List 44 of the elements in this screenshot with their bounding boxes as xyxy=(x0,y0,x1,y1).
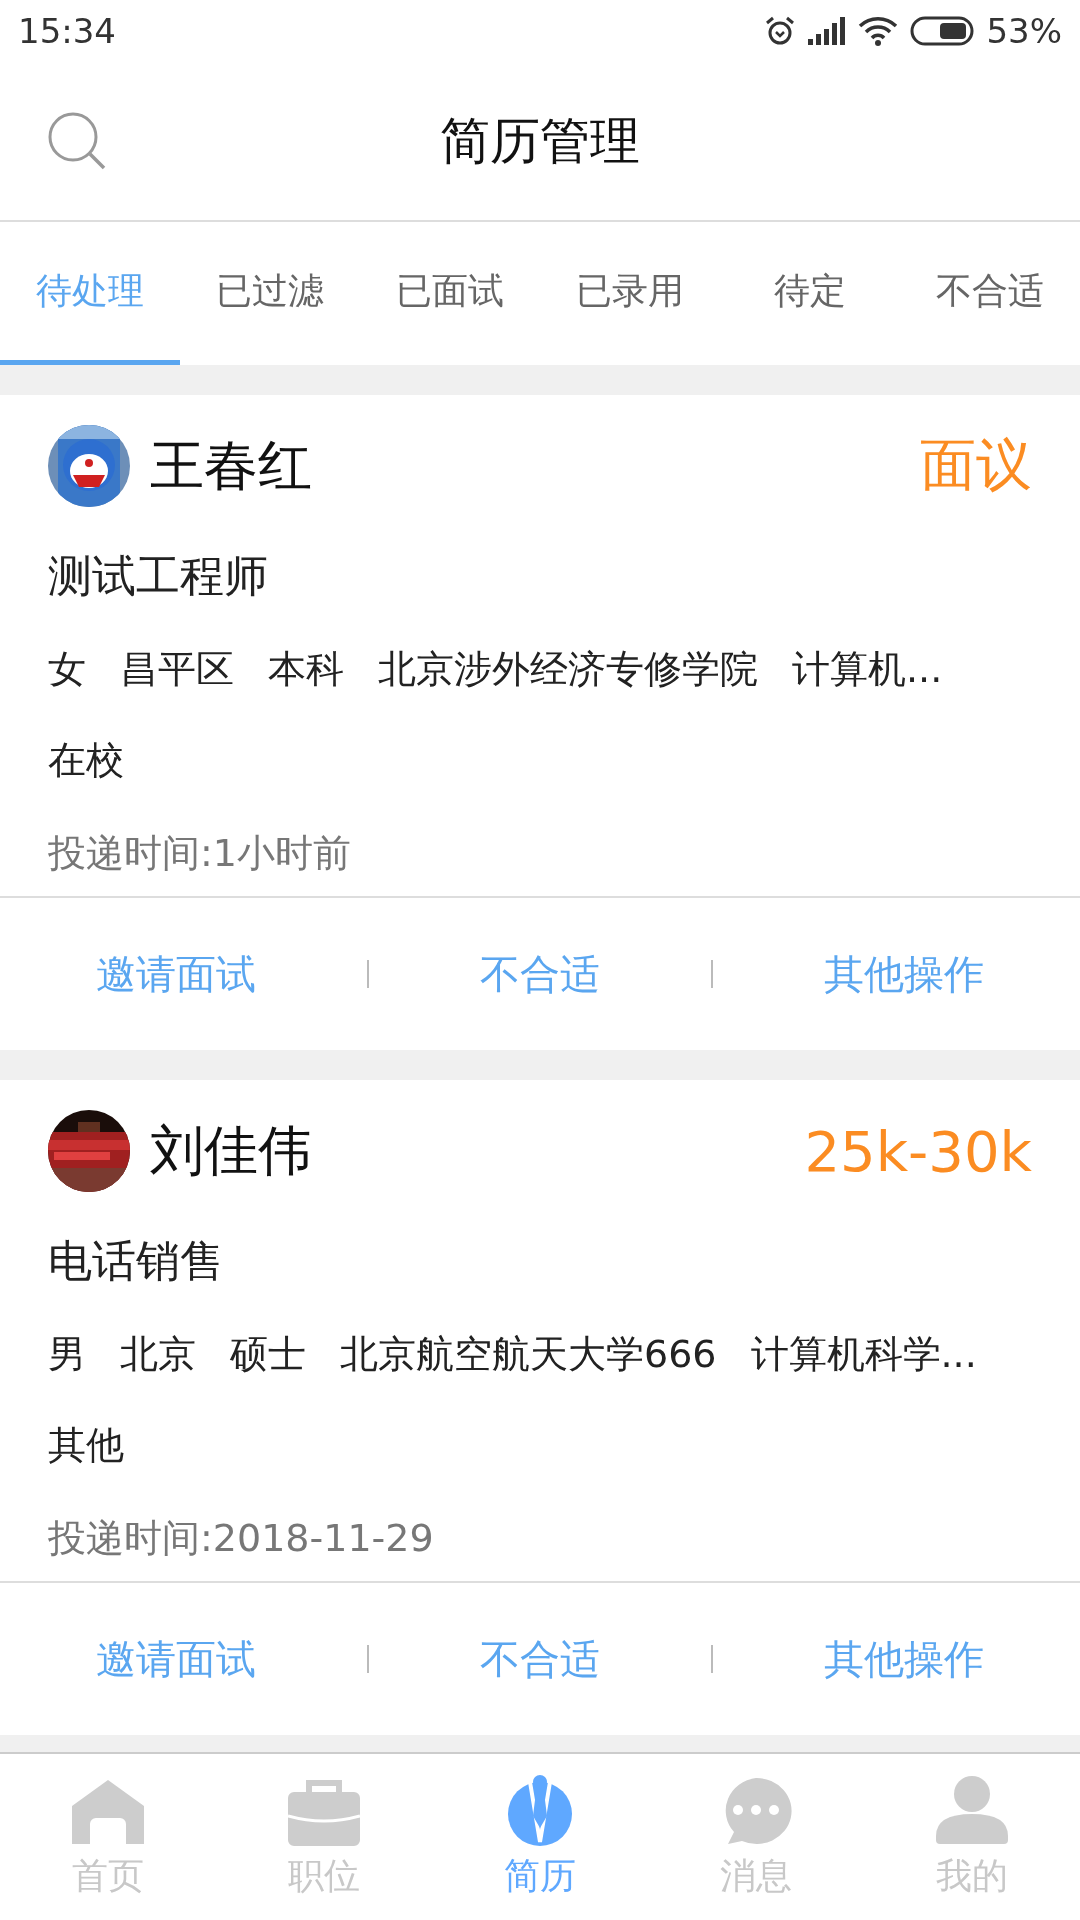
candidate-info: 计算机... xyxy=(792,646,943,693)
delivery-time: 投递时间:1小时前 xyxy=(47,830,352,877)
candidate-info: 北京 xyxy=(120,1331,196,1378)
job-title: 电话销售 xyxy=(47,1234,225,1288)
salary: 面议 xyxy=(920,431,1032,499)
nav-item[interactable]: 简历 xyxy=(432,1754,648,1920)
candidate-info: 昌平区 xyxy=(120,646,234,693)
resume-card[interactable]: 刘佳伟 25k-30k 电话销售 男 北京 硕士 北京航空航天大学666 计算机科学... 其他 投递时间:2018-11-29 邀请面试 不合适 其他操作 xyxy=(0,1080,1080,1735)
resume-card[interactable]: 王春红 面议 测试工程师 女 昌平区 本科 北京涉外经济专修学院 计算机... 在校 投递时间:1小时前 邀请面试 不合适 其他操作 xyxy=(0,395,1080,1050)
candidate-info: 北京涉外经济专修学院 xyxy=(378,646,758,693)
tab[interactable]: 已录用 xyxy=(540,222,720,365)
wifi-icon xyxy=(858,16,899,46)
candidate-info: 男 xyxy=(48,1331,86,1378)
status-time: 15:34 xyxy=(18,11,116,51)
tab[interactable]: 待处理 xyxy=(0,222,180,365)
delivery-time: 投递时间:2018-11-29 xyxy=(47,1515,435,1562)
candidate-info: 女 xyxy=(48,646,86,693)
candidate-info: 计算机科学... xyxy=(750,1331,977,1378)
battery-icon xyxy=(910,16,975,46)
tab[interactable]: 待定 xyxy=(720,222,900,365)
candidate-name: 王春红 xyxy=(150,432,312,499)
candidate-status: 其他 xyxy=(47,1422,125,1469)
candidate-info: 硕士 xyxy=(230,1331,306,1378)
action-link[interactable]: 其他操作 xyxy=(824,1631,985,1687)
candidate-info: 北京航空航天大学666 xyxy=(340,1331,717,1378)
tab[interactable]: 已面试 xyxy=(360,222,540,365)
action-link[interactable]: 邀请面试 xyxy=(95,946,256,1002)
tab[interactable]: 不合适 xyxy=(900,222,1080,365)
candidate-name: 刘佳伟 xyxy=(150,1117,312,1184)
search-icon[interactable] xyxy=(46,110,108,172)
battery-percent: 53% xyxy=(986,11,1062,51)
tab[interactable]: 已过滤 xyxy=(180,222,360,365)
action-link[interactable]: 不合适 xyxy=(479,946,600,1002)
signal-icon xyxy=(808,17,847,45)
action-link[interactable]: 其他操作 xyxy=(824,946,985,1002)
person-icon xyxy=(936,1773,1008,1846)
candidate-status: 在校 xyxy=(47,737,125,784)
salary: 25k-30k xyxy=(804,1118,1032,1184)
job-title: 测试工程师 xyxy=(47,549,269,603)
action-link[interactable]: 邀请面试 xyxy=(95,1631,256,1687)
candidate-info: 本科 xyxy=(268,646,344,693)
page-title: 简历管理 xyxy=(440,110,640,172)
action-link[interactable]: 不合适 xyxy=(479,1631,600,1687)
alarm-icon xyxy=(764,15,797,47)
